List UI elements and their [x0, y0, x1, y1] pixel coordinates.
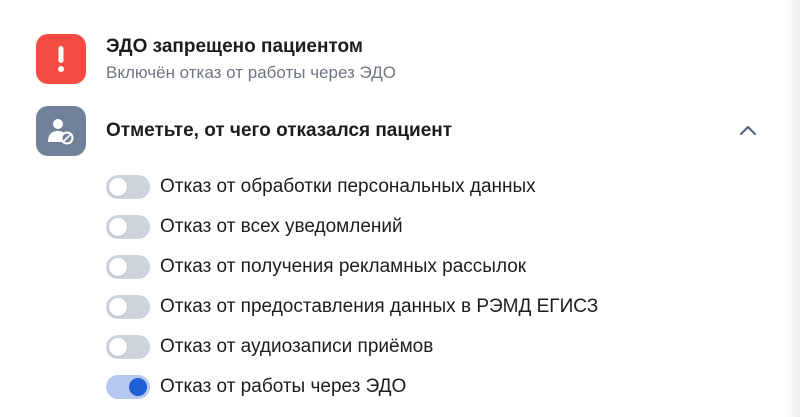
option-label[interactable]: Отказ от обработки персональных данных — [160, 176, 536, 198]
toggle-switch[interactable] — [106, 255, 150, 279]
alert-text: ЭДО запрещено пациентом Включён отказ от… — [106, 34, 396, 84]
toggle-knob — [109, 178, 127, 196]
option-audio-recording: Отказ от аудиозаписи приёмов — [106, 327, 598, 367]
refusal-options-list: Отказ от обработки персональных данных О… — [106, 167, 598, 407]
toggle-switch[interactable] — [106, 375, 150, 399]
toggle-switch[interactable] — [106, 215, 150, 239]
scrollbar-edge — [784, 0, 800, 417]
option-notifications: Отказ от всех уведомлений — [106, 207, 598, 247]
toggle-knob — [109, 338, 127, 356]
alert-subtitle: Включён отказ от работы через ЭДО — [106, 63, 396, 82]
toggle-knob — [129, 378, 147, 396]
option-edo: Отказ от работы через ЭДО — [106, 367, 598, 407]
option-label[interactable]: Отказ от аудиозаписи приёмов — [160, 336, 433, 358]
toggle-switch[interactable] — [106, 335, 150, 359]
option-remd-egisz: Отказ от предоставления данных в РЭМД ЕГ… — [106, 287, 598, 327]
toggle-knob — [109, 218, 127, 236]
toggle-switch[interactable] — [106, 295, 150, 319]
option-label[interactable]: Отказ от всех уведомлений — [160, 216, 403, 238]
option-label[interactable]: Отказ от работы через ЭДО — [160, 376, 406, 398]
refusals-section-header[interactable]: Отметьте, от чего отказался пациент — [36, 106, 760, 156]
option-personal-data: Отказ от обработки персональных данных — [106, 167, 598, 207]
chevron-up-icon[interactable] — [736, 119, 760, 143]
option-ad-mailings: Отказ от получения рекламных рассылок — [106, 247, 598, 287]
exclamation-icon — [36, 34, 86, 84]
toggle-knob — [109, 298, 127, 316]
user-blocked-icon — [36, 106, 86, 156]
toggle-switch[interactable] — [106, 175, 150, 199]
option-label[interactable]: Отказ от предоставления данных в РЭМД ЕГ… — [160, 296, 598, 318]
section-title: Отметьте, от чего отказался пациент — [106, 120, 453, 141]
toggle-knob — [109, 258, 127, 276]
alert-title: ЭДО запрещено пациентом — [106, 36, 363, 57]
edo-alert: ЭДО запрещено пациентом Включён отказ от… — [36, 34, 396, 84]
option-label[interactable]: Отказ от получения рекламных рассылок — [160, 256, 526, 278]
